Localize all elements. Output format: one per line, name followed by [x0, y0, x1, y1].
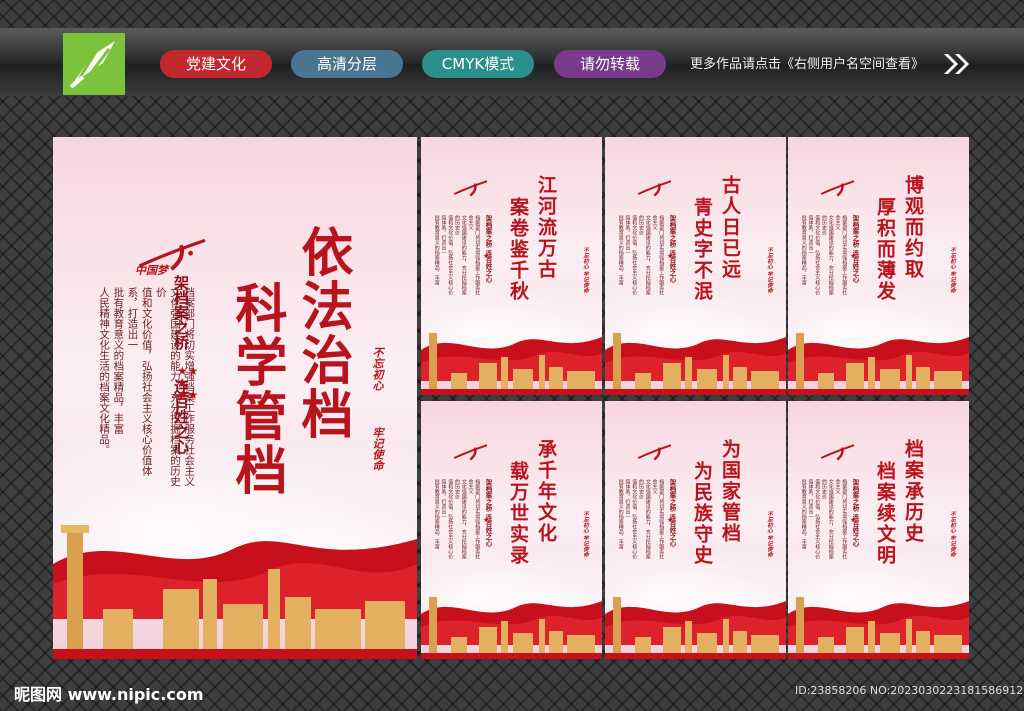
red-flag-skyline	[605, 333, 786, 395]
small-subtitle: 架档案之桥 连百姓之心	[484, 215, 492, 283]
red-flag-skyline	[788, 333, 969, 395]
small-body-text: 档案部门将切实增强档案工作服务社会主义 文化强国建设的能力，充分挖掘档案的历史价 …	[800, 479, 848, 559]
seal-original-aspiration: 不忘初心	[371, 347, 384, 391]
star-decoration: ★	[850, 516, 857, 524]
small-title-line1: 档案承历史	[902, 439, 924, 544]
red-flag-skyline	[605, 597, 786, 659]
small-seal: 不忘初心 牢记使命	[949, 247, 955, 293]
small-subtitle: 架档案之桥 连百姓之心	[851, 215, 859, 283]
red-flag-skyline	[53, 525, 417, 659]
china-dream-logo	[453, 444, 488, 461]
tag-cmyk[interactable]: CMYK模式	[422, 50, 534, 78]
small-body-text: 档案部门将切实增强档案工作服务社会主义 文化强国建设的能力，充分挖掘档案的历史价 …	[433, 479, 481, 559]
more-works-notice[interactable]: 更多作品请点击《右侧用户名空间查看》	[690, 53, 924, 72]
small-title-line1: 为国家管档	[719, 439, 741, 544]
small-poster: 江河流万古 案卷鉴千秋 架档案之桥 连百姓之心 ★ 档案部门将切实增强档案工作服…	[421, 137, 602, 395]
small-poster: 古人日已远 青史字不泯 架档案之桥 连百姓之心 ★ 档案部门将切实增强档案工作服…	[605, 137, 786, 395]
star-decoration: ★	[667, 252, 674, 260]
china-dream-logo	[637, 444, 672, 461]
site-logo[interactable]	[63, 33, 125, 95]
small-body-text: 档案部门将切实增强档案工作服务社会主义 文化强国建设的能力，充分挖掘档案的历史价 …	[617, 479, 665, 559]
small-title-line1: 博观而约取	[902, 175, 924, 280]
seal-mission: 牢记使命	[371, 427, 384, 471]
china-dream-logo	[637, 180, 672, 197]
small-seal: 不忘初心 牢记使命	[582, 511, 588, 557]
red-flag-skyline	[788, 597, 969, 659]
poster-board: 依法治档 科学管档 架档案之桥 连百姓之心 ★ ★ ★ ★ ★ 档案部门将切实增强档案工…	[53, 137, 969, 659]
small-subtitle: 架档案之桥 连百姓之心	[851, 479, 859, 547]
small-subtitle: 架档案之桥 连百姓之心	[668, 479, 676, 547]
small-seal: 不忘初心 牢记使命	[766, 247, 772, 293]
tag-party-culture[interactable]: 党建文化	[160, 50, 272, 78]
star-decoration: ★	[483, 516, 490, 524]
star-decoration: ★	[483, 252, 490, 260]
small-poster: 档案承历史 档案续文明 架档案之桥 连百姓之心 ★ 档案部门将切实增强档案工作服…	[788, 401, 969, 659]
china-dream-logo	[820, 180, 855, 197]
small-poster: 为国家管档 为民族守史 架档案之桥 连百姓之心 ★ 档案部门将切实增强档案工作服…	[605, 401, 786, 659]
star-decoration: ★	[850, 252, 857, 260]
small-poster: 承千年文化 载万世实录 架档案之桥 连百姓之心 ★ 档案部门将切实增强档案工作服…	[421, 401, 602, 659]
china-dream-logo	[453, 180, 488, 197]
red-flag-skyline	[421, 333, 602, 395]
pen-nib-icon	[69, 41, 119, 89]
small-seal: 不忘初心 牢记使命	[582, 247, 588, 293]
logo-text: 中国梦	[135, 264, 168, 277]
image-id: ID:23858206 NO:20230302231815869121	[795, 684, 1024, 697]
small-title-line1: 承千年文化	[535, 439, 557, 544]
small-title-line2: 厚积而薄发	[874, 197, 896, 302]
tag-no-repost[interactable]: 请勿转载	[554, 50, 666, 78]
small-seal: 不忘初心 牢记使命	[949, 511, 955, 557]
small-subtitle: 架档案之桥 连百姓之心	[668, 215, 676, 283]
small-body-text: 档案部门将切实增强档案工作服务社会主义 文化强国建设的能力，充分挖掘档案的历史价 …	[617, 215, 665, 295]
small-title-line2: 青史字不泯	[691, 197, 713, 302]
site-watermark: 昵图网 www.nipic.com	[14, 685, 204, 704]
small-title-line1: 古人日已远	[719, 175, 741, 280]
small-title-line2: 为民族守史	[691, 461, 713, 566]
small-title-line2: 档案续文明	[874, 461, 896, 566]
small-poster: 博观而约取 厚积而薄发 架档案之桥 连百姓之心 ★ 档案部门将切实增强档案工作服…	[788, 137, 969, 395]
main-poster: 依法治档 科学管档 架档案之桥 连百姓之心 ★★ ★ ★★ 档案部门将切实增强档案工…	[53, 137, 417, 659]
small-body-text: 档案部门将切实增强档案工作服务社会主义 文化强国建设的能力，充分挖掘档案的历史价 …	[433, 215, 481, 295]
china-dream-logo	[820, 444, 855, 461]
tag-hd-layers[interactable]: 高清分层	[291, 50, 403, 78]
small-seal: 不忘初心 牢记使命	[766, 511, 772, 557]
small-body-text: 档案部门将切实增强档案工作服务社会主义 文化强国建设的能力，充分挖掘档案的历史价 …	[800, 215, 848, 295]
main-body-text: 档案部门将切实增强档案工作服务社会主义 文化强国建设的能力，充分挖掘档案的历史价…	[98, 287, 196, 487]
small-subtitle: 架档案之桥 连百姓之心	[484, 479, 492, 547]
small-title-line2: 案卷鉴千秋	[507, 197, 529, 302]
small-title-line2: 载万世实录	[507, 461, 529, 566]
small-title-line1: 江河流万古	[535, 175, 557, 280]
star-decoration: ★	[667, 516, 674, 524]
double-chevron-right-icon[interactable]	[942, 50, 972, 78]
main-title-line1: 依法治档	[292, 225, 353, 441]
main-title-line2: 科学管档	[226, 281, 287, 497]
red-flag-skyline	[421, 597, 602, 659]
